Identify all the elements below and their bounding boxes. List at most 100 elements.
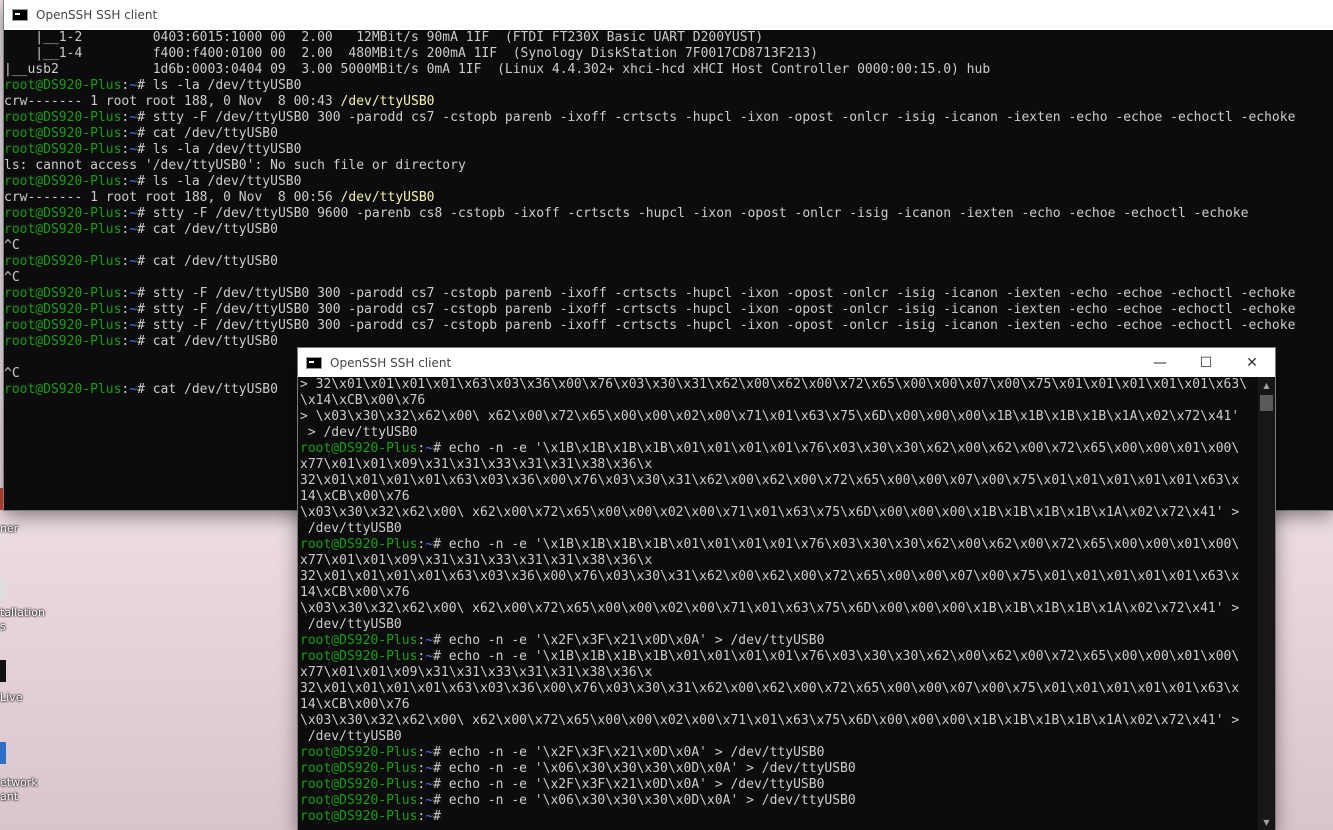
command-text: echo -n -e '\x06\x30\x30\x30\x0D\x0A' > … xyxy=(448,793,856,808)
ls-output: crw------- 1 root root 188, 0 Nov 8 00:4… xyxy=(4,94,341,109)
prompt-path: ~ xyxy=(129,110,138,125)
terminal-line: root@DS920-Plus:~# echo -n -e '\x2F\x3F\… xyxy=(300,745,1257,761)
prompt-suffix: # xyxy=(433,633,449,648)
desktop-app-icon[interactable] xyxy=(0,660,6,682)
terminal-line: root@DS920-Plus:~# stty -F /dev/ttyUSB0 … xyxy=(4,110,1333,126)
command-text: ls -la /dev/ttyUSB0 xyxy=(152,174,302,189)
cmd-icon xyxy=(12,9,28,21)
terminal-line: root@DS920-Plus:~# echo -n -e '\x1B\x1B\… xyxy=(300,441,1257,457)
maximize-icon[interactable]: ☐ xyxy=(1183,348,1229,377)
device-file: /dev/ttyUSB0 xyxy=(340,190,435,205)
terminal-line: root@DS920-Plus:~# echo -n -e '\x2F\x3F\… xyxy=(300,777,1257,793)
terminal-line: root@DS920-Plus:~# echo -n -e '\x2F\x3F\… xyxy=(300,633,1257,649)
prompt-suffix: # xyxy=(433,761,449,776)
prompt-suffix: # xyxy=(433,649,449,664)
prompt-path: ~ xyxy=(129,142,138,157)
prompt-suffix: # xyxy=(137,302,153,317)
prompt-user: root@DS920-Plus xyxy=(4,78,122,93)
prompt-suffix: # xyxy=(137,254,153,269)
prompt-suffix: # xyxy=(433,777,449,792)
title-bar[interactable]: OpenSSH SSH client — ☐ ✕ xyxy=(298,348,1275,377)
prompt-suffix: # xyxy=(433,441,449,456)
terminal-line: > /dev/ttyUSB0 xyxy=(300,425,418,440)
terminal-line: /dev/ttyUSB0 xyxy=(300,521,402,536)
terminal-line: x77\x01\x01\x09\x31\x31\x33\x31\x31\x38\… xyxy=(300,553,653,568)
prompt-path: ~ xyxy=(425,441,434,456)
prompt-user: root@DS920-Plus xyxy=(4,110,122,125)
command-text: cat /dev/ttyUSB0 xyxy=(152,334,278,349)
command-text: cat /dev/ttyUSB0 xyxy=(152,126,278,141)
prompt-path: ~ xyxy=(129,174,138,189)
terminal-line: |__1-4 f400:f400:0100 00 2.00 480MBit/s … xyxy=(4,46,818,61)
prompt-user: root@DS920-Plus xyxy=(300,777,418,792)
terminal-line: |__1-2 0403:6015:1000 00 2.00 12MBit/s 9… xyxy=(4,30,764,45)
close-icon[interactable]: ✕ xyxy=(1229,348,1275,377)
command-text: echo -n -e '\x06\x30\x30\x30\x0D\x0A' > … xyxy=(448,761,856,776)
terminal-line: \x03\x30\x32\x62\x00\ x62\x00\x72\x65\x0… xyxy=(300,601,1240,616)
prompt-user: root@DS920-Plus xyxy=(4,206,122,221)
command-text: cat /dev/ttyUSB0 xyxy=(152,382,278,397)
window-title: OpenSSH SSH client xyxy=(330,355,452,370)
terminal-line: root@DS920-Plus:~# stty -F /dev/ttyUSB0 … xyxy=(4,286,1333,302)
command-text: stty -F /dev/ttyUSB0 9600 -parenb cs8 -c… xyxy=(152,206,1249,221)
prompt-path: ~ xyxy=(129,222,138,237)
terminal-line: root@DS920-Plus:~# ls -la /dev/ttyUSB0 xyxy=(4,174,1333,190)
prompt-user: root@DS920-Plus xyxy=(4,222,122,237)
prompt-suffix: # xyxy=(137,78,153,93)
command-text: echo -n -e '\x2F\x3F\x21\x0D\x0A' > /dev… xyxy=(448,745,825,760)
terminal-line: root@DS920-Plus:~# stty -F /dev/ttyUSB0 … xyxy=(4,206,1333,222)
prompt-path: ~ xyxy=(129,254,138,269)
desktop-app-icon[interactable] xyxy=(0,742,6,764)
prompt-user: root@DS920-Plus xyxy=(4,254,122,269)
terminal-output[interactable]: > 32\x01\x01\x01\x01\x63\x03\x36\x00\x76… xyxy=(298,377,1257,830)
minimize-icon[interactable]: — xyxy=(1137,348,1183,377)
terminal-line: 32\x01\x01\x01\x01\x63\x03\x36\x00\x76\x… xyxy=(300,681,1240,696)
prompt-suffix: # xyxy=(137,110,153,125)
terminal-line: /dev/ttyUSB0 xyxy=(300,617,402,632)
prompt-path: ~ xyxy=(425,761,434,776)
desktop-icon-label-4[interactable]: etwork ant xyxy=(0,776,46,804)
prompt-user: root@DS920-Plus xyxy=(300,537,418,552)
terminal-line: root@DS920-Plus:~# ls -la /dev/ttyUSB0 xyxy=(4,142,1333,158)
command-text: ls -la /dev/ttyUSB0 xyxy=(152,142,302,157)
prompt-user: root@DS920-Plus xyxy=(300,649,418,664)
prompt-user: root@DS920-Plus xyxy=(300,633,418,648)
terminal-line: \x03\x30\x32\x62\x00\ x62\x00\x72\x65\x0… xyxy=(300,505,1240,520)
prompt-user: root@DS920-Plus xyxy=(300,441,418,456)
desktop-icon-label-3[interactable]: Live xyxy=(0,691,46,705)
device-file: /dev/ttyUSB0 xyxy=(340,94,435,109)
command-text: ls -la /dev/ttyUSB0 xyxy=(152,78,302,93)
scroll-down-icon[interactable]: ▼ xyxy=(1258,814,1275,830)
desktop-icon-label-2[interactable]: tallation s xyxy=(0,606,46,634)
prompt-suffix: # xyxy=(433,809,449,824)
prompt-path: ~ xyxy=(129,78,138,93)
prompt-suffix: # xyxy=(137,222,153,237)
desktop-app-icon[interactable] xyxy=(0,578,6,600)
prompt-user: root@DS920-Plus xyxy=(300,745,418,760)
prompt-path: ~ xyxy=(129,126,138,141)
terminal-line: > 32\x01\x01\x01\x01\x63\x03\x36\x00\x76… xyxy=(300,377,1248,392)
terminal-window-front[interactable]: OpenSSH SSH client — ☐ ✕ > 32\x01\x01\x0… xyxy=(298,348,1275,830)
prompt-suffix: # xyxy=(137,174,153,189)
prompt-suffix: # xyxy=(137,142,153,157)
prompt-suffix: # xyxy=(137,318,153,333)
terminal-line: |__usb2 1d6b:0003:0404 09 3.00 5000MBit/… xyxy=(4,62,991,77)
terminal-line: 14\xCB\x00\x76 xyxy=(300,585,410,600)
prompt-user: root@DS920-Plus xyxy=(4,382,122,397)
title-bar[interactable]: OpenSSH SSH client xyxy=(4,0,1333,30)
prompt-user: root@DS920-Plus xyxy=(300,761,418,776)
prompt-user: root@DS920-Plus xyxy=(4,126,122,141)
desktop-icon-label-1[interactable]: ner xyxy=(0,522,46,536)
prompt-suffix: # xyxy=(137,334,153,349)
command-text: echo -n -e '\x1B\x1B\x1B\x1B\x01\x01\x01… xyxy=(448,537,1240,552)
prompt-user: root@DS920-Plus xyxy=(4,334,122,349)
scroll-thumb[interactable] xyxy=(1260,395,1273,411)
scroll-up-icon[interactable]: ▲ xyxy=(1258,377,1275,393)
terminal-line: root@DS920-Plus:~# stty -F /dev/ttyUSB0 … xyxy=(4,302,1333,318)
prompt-user: root@DS920-Plus xyxy=(4,318,122,333)
prompt-path: ~ xyxy=(129,334,138,349)
terminal-line: x77\x01\x01\x09\x31\x31\x33\x31\x31\x38\… xyxy=(300,457,653,472)
command-text: stty -F /dev/ttyUSB0 300 -parodd cs7 -cs… xyxy=(152,110,1296,125)
prompt-path: ~ xyxy=(129,318,138,333)
vertical-scrollbar[interactable]: ▲ ▼ xyxy=(1258,377,1275,830)
